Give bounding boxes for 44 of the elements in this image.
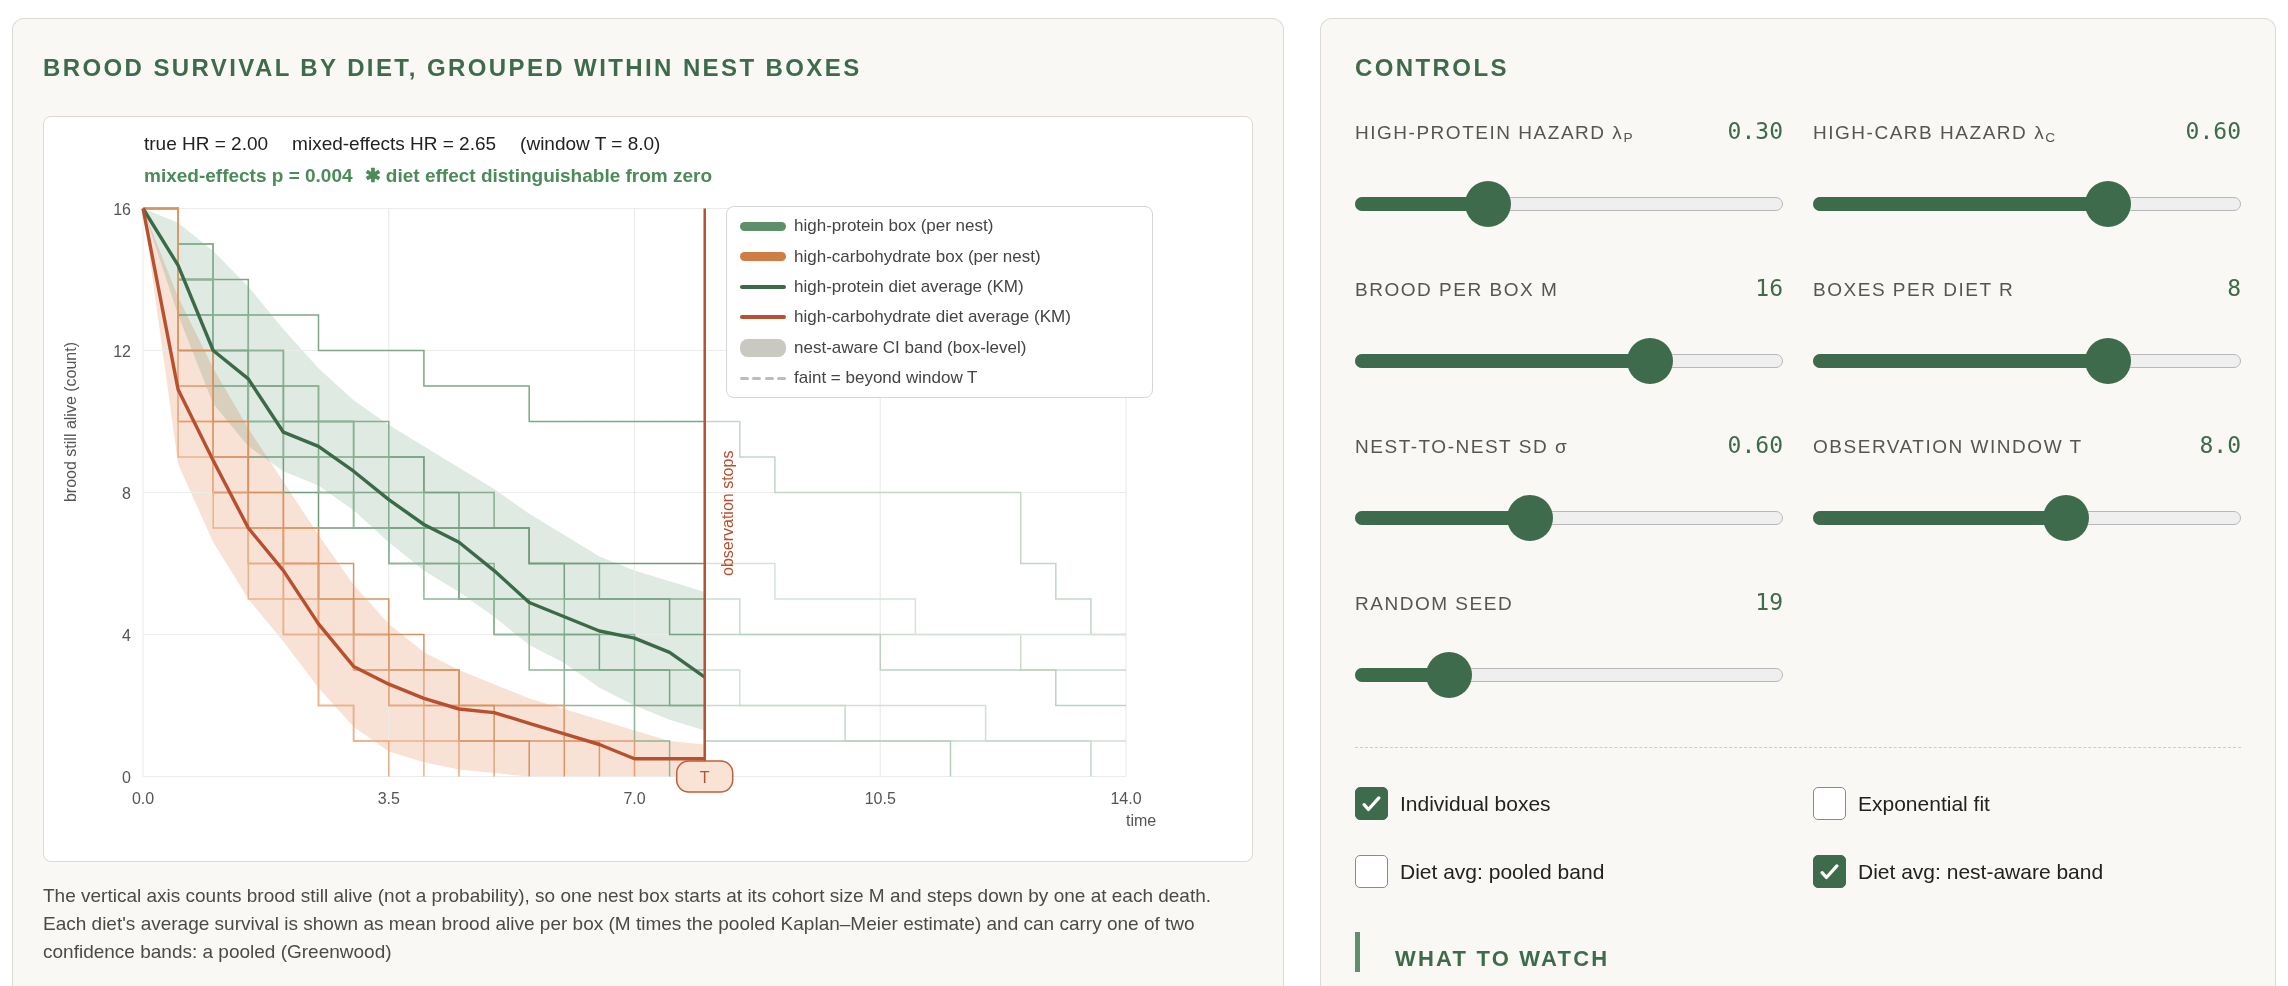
slider-value: 19 bbox=[1755, 588, 1783, 617]
axis-tick-label: 12 bbox=[113, 342, 131, 360]
slider-value: 16 bbox=[1755, 274, 1783, 303]
stat-text: (window T = 8.0) bbox=[520, 132, 661, 156]
panel-title: BROOD SURVIVAL BY DIET, GROUPED WITHIN NEST BOXES bbox=[43, 54, 863, 82]
axis-tick-label: 0.0 bbox=[131, 790, 155, 807]
annotation: T bbox=[699, 768, 710, 786]
window-marker: T bbox=[675, 760, 734, 793]
slider-label: BROOD PER BOX M bbox=[1355, 278, 1559, 302]
axis-title: brood still alive (count) bbox=[62, 341, 79, 503]
legend-label: high-carbohydrate diet average (KM) bbox=[794, 307, 1071, 328]
significance-text: mixed-effects p = 0.004 bbox=[144, 164, 353, 188]
axis-tick-label: 10.5 bbox=[864, 790, 896, 807]
slider-value: 0.60 bbox=[2185, 117, 2241, 146]
slider-value: 8.0 bbox=[2199, 431, 2241, 460]
axis-title: time bbox=[1126, 812, 1157, 829]
caption-text: The vertical axis counts brood still alive (not a probability), so one nest box starts at its cohort size M and steps down by one at each death. Each diet's average survival is shown as mean brood alive per box (M times the pooled Kaplan–Meier estimate) and can carry one of two confidence bands: a pooled (Greenwood) bbox=[43, 884, 1213, 964]
slider-value: 0.60 bbox=[1727, 431, 1783, 460]
legend-label: high-protein diet average (KM) bbox=[794, 276, 1024, 297]
panel-title: CONTROLS bbox=[1355, 54, 1510, 82]
observation-label: observation stops bbox=[718, 450, 736, 576]
slider-label: BOXES PER DIET R bbox=[1813, 278, 2015, 302]
slider-label: HIGH-CARB HAZARD λ$_{C}$ bbox=[1813, 121, 2057, 148]
legend-label: faint = beyond window T bbox=[794, 368, 978, 389]
legend-label: high-carbohydrate box (per nest) bbox=[794, 246, 1041, 267]
slider-label: RANDOM SEED bbox=[1355, 592, 1514, 616]
axis-tick-label: 3.5 bbox=[377, 790, 400, 807]
stat-text: true HR = 2.00 bbox=[144, 132, 269, 156]
legend-label: high-protein box (per nest) bbox=[794, 216, 994, 237]
slider-label: NEST-TO-NEST SD σ bbox=[1355, 435, 1569, 459]
axis-tick-label: 7.0 bbox=[623, 790, 646, 807]
axis-tick-label: 14.0 bbox=[1110, 790, 1142, 807]
significance-text: ✱ diet effect distinguishable from zero bbox=[364, 164, 713, 188]
slider-value: 0.30 bbox=[1727, 117, 1783, 146]
axis-tick-label: 4 bbox=[122, 626, 131, 644]
axis-tick-label: 8 bbox=[122, 484, 131, 502]
legend-label: nest-aware CI band (box-level) bbox=[794, 337, 1027, 358]
slider-value: 8 bbox=[2227, 274, 2241, 303]
axis-tick-label: 16 bbox=[113, 200, 131, 218]
slider-label: HIGH-PROTEIN HAZARD λ$_{P}$ bbox=[1355, 121, 1634, 148]
stat-text: mixed-effects HR = 2.65 bbox=[292, 132, 497, 156]
slider-label: OBSERVATION WINDOW T bbox=[1813, 435, 2083, 459]
callout-title: WHAT TO WATCH bbox=[1395, 946, 1610, 972]
axis-tick-label: 0 bbox=[122, 768, 131, 786]
